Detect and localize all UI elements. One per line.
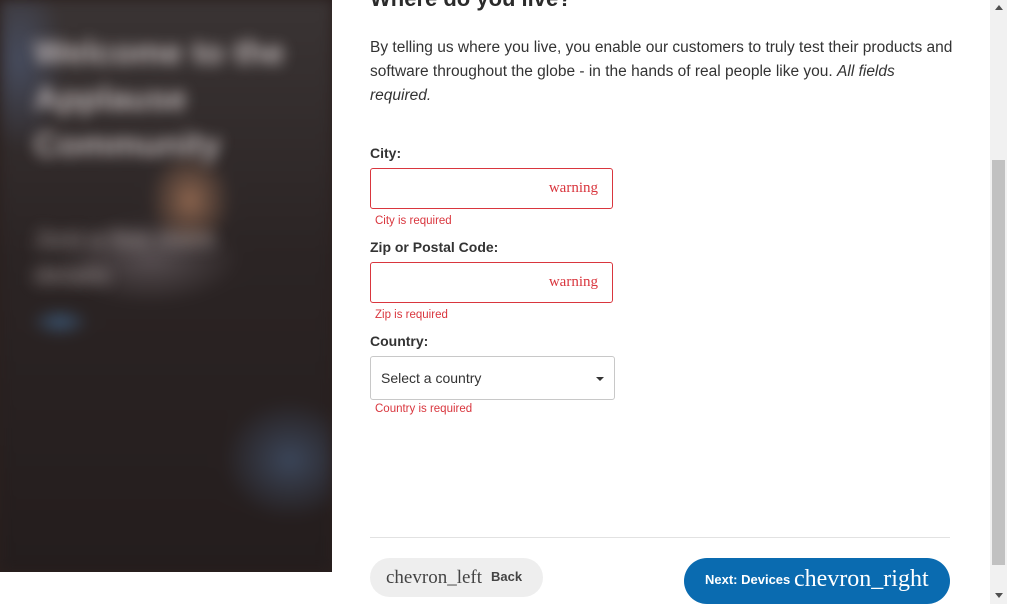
- city-field[interactable]: warning: [370, 168, 613, 209]
- warning-icon: warning: [548, 274, 598, 290]
- scroll-down-icon[interactable]: [995, 593, 1003, 598]
- zip-input[interactable]: [381, 273, 545, 295]
- back-button[interactable]: chevron_left Back: [370, 558, 543, 597]
- chevron-right-icon: chevron_right: [794, 566, 929, 592]
- next-devices-button[interactable]: Next: Devices chevron_right: [684, 558, 950, 604]
- hero-title: Welcome to the Applause Community: [34, 34, 285, 164]
- intro-text: By telling us where you live, you enable…: [370, 36, 960, 108]
- scrollbar-thumb[interactable]: [992, 160, 1005, 565]
- country-error: Country is required: [375, 403, 473, 415]
- city-error: City is required: [375, 215, 452, 227]
- zip-label: Zip or Postal Code:: [370, 239, 499, 255]
- chevron-left-icon: chevron_left: [386, 567, 483, 588]
- next-button-label: Next: Devices: [705, 572, 791, 587]
- warning-icon: warning: [548, 180, 598, 196]
- back-button-label: Back: [491, 569, 523, 584]
- vertical-scrollbar[interactable]: [990, 0, 1007, 604]
- city-label: City:: [370, 145, 402, 161]
- zip-error: Zip is required: [375, 309, 448, 321]
- caret-down-icon: [596, 377, 604, 381]
- country-selected-value: Select a country: [381, 370, 482, 386]
- country-select[interactable]: Select a country: [370, 356, 615, 400]
- city-input[interactable]: [381, 179, 545, 201]
- hero-image: Welcome to the Applause Community Just a…: [0, 0, 332, 572]
- country-label: Country:: [370, 333, 429, 349]
- hero-subtitle: Just a few more details: [34, 226, 216, 289]
- scroll-up-icon[interactable]: [995, 5, 1003, 10]
- zip-field[interactable]: warning: [370, 262, 613, 303]
- page-title: Where do you live?: [370, 0, 572, 12]
- divider: [370, 537, 950, 538]
